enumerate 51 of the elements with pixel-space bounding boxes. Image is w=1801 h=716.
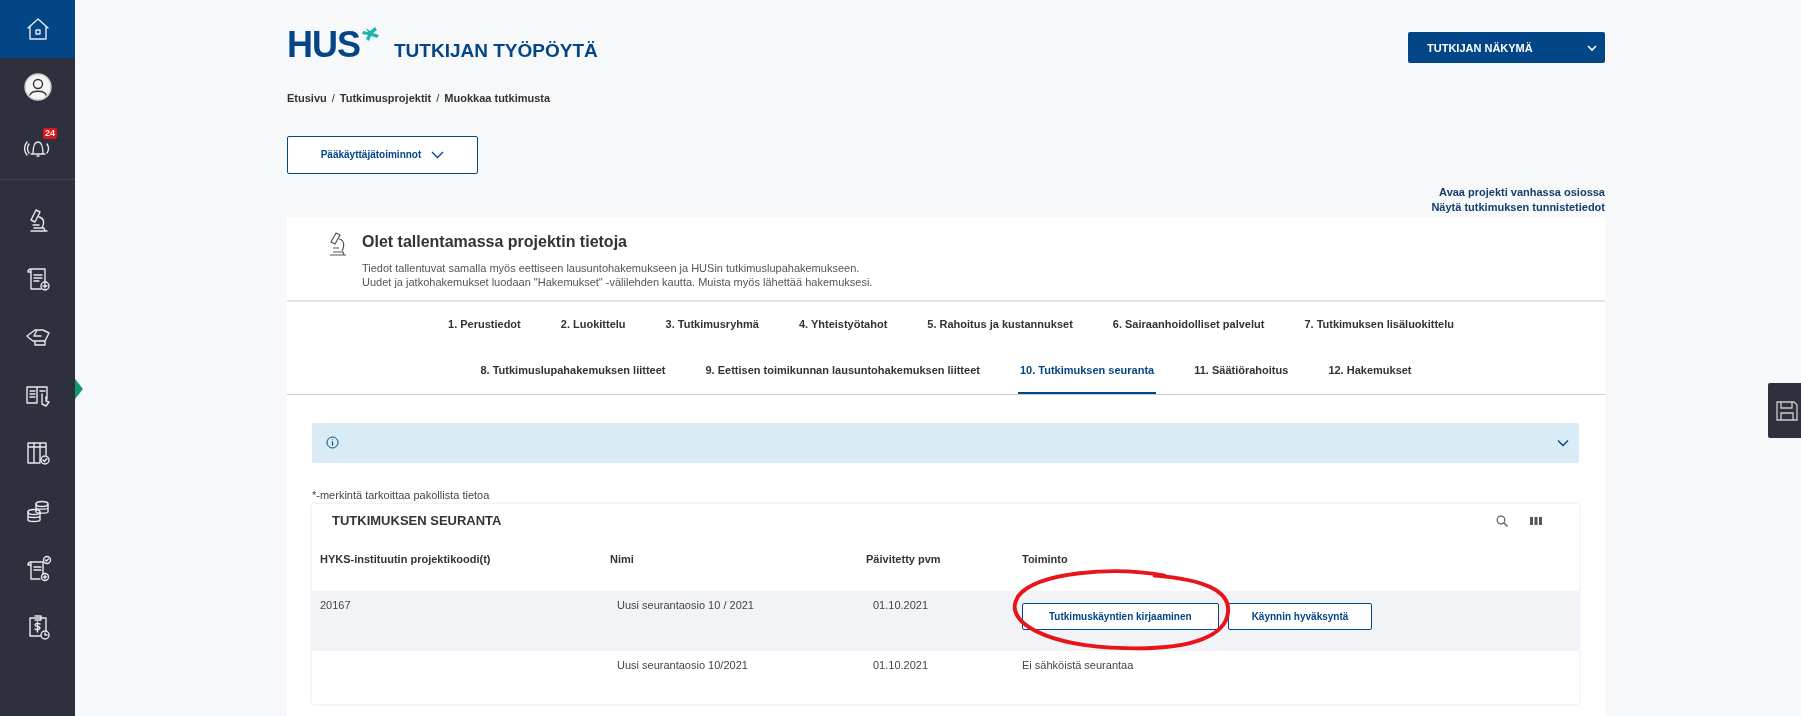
logo: HUS (287, 30, 360, 60)
tab[interactable]: 9. Eettisen toimikunnan lausuntohakemuksen liitteet (703, 347, 982, 394)
tab[interactable]: 4. Yhteistyötahot (796, 301, 890, 348)
breadcrumb-link[interactable]: Muokkaa tutkimusta (444, 91, 551, 136)
column-header: Nimi (610, 551, 635, 567)
columns-icon[interactable] (1530, 514, 1542, 527)
breadcrumb-link[interactable]: Etusivu (287, 91, 327, 136)
tab[interactable]: 8. Tutkimuslupahakemuksen liitteet (478, 347, 668, 394)
tab[interactable]: 11. Säätiörahoitus (1192, 347, 1291, 394)
search-icon[interactable] (1496, 514, 1508, 527)
view-dropdown[interactable]: TUTKIJAN NÄKYMÄ (1408, 32, 1605, 63)
notice-text: Tiedot tallentuvat samalla myös eettiseen lausuntohakemukseen ja HUSin tutkimuslupahakemukseen. Uudet ja jatkohakemukset luodaan "Hakemukset" -välilehden kautta. Muista myös lähettää hakemuksesi. (362, 260, 873, 289)
app-title: TUTKIJAN TYÖPÖYTÄ (394, 42, 598, 60)
tab[interactable]: 7. Tutkimuksen lisäluokittelu (1302, 301, 1456, 348)
table-cell: 20167 (320, 598, 351, 611)
notice-title: Olet tallentamassa projektin tietoja (362, 232, 628, 251)
tab[interactable]: 6. Sairaanhoidolliset palvelut (1110, 301, 1267, 348)
tab[interactable]: 2. Luokittelu (558, 301, 628, 348)
chevron-down-icon (1587, 43, 1597, 52)
table-cell: Ei sähköistä seurantaa (1022, 658, 1134, 671)
column-header: Toiminto (1022, 551, 1069, 567)
tab[interactable]: 1. Perustiedot (446, 301, 523, 348)
tab[interactable]: 3. Tutkimusryhmä (663, 301, 761, 348)
table-cell: 01.10.2021 (873, 658, 929, 671)
column-header: HYKS-instituutin projektikoodi(t) (320, 551, 492, 567)
breadcrumb-link[interactable]: Tutkimusprojektit (339, 91, 432, 136)
breadcrumb-separator: / (436, 91, 440, 106)
save-button[interactable] (1768, 383, 1801, 438)
chevron-icon (1557, 438, 1569, 447)
info-icon (326, 436, 339, 450)
sidebar-toggle[interactable] (75, 379, 83, 399)
table-title: TUTKIMUKSEN SEURANTA (332, 513, 502, 529)
row-action-button[interactable]: Käynnin hyväksyntä (1227, 602, 1373, 630)
page-link[interactable]: Avaa projekti vanhassa osiossa (1439, 185, 1605, 198)
admin-menu-button[interactable]: Pääkäyttäjätoiminnot (287, 135, 478, 174)
required-note: *-merkintä tarkoittaa pakollista tietoa (312, 488, 491, 501)
user-avatar-icon[interactable] (22, 72, 53, 102)
tab[interactable]: 12. Hakemukset (1326, 347, 1414, 394)
page-link[interactable]: Näytä tutkimuksen tunnistetiedot (1431, 200, 1605, 213)
chevron-down-icon (431, 150, 445, 159)
tab[interactable]: 5. Rahoitus ja kustannukset (925, 301, 1075, 348)
table-cell: Uusi seurantaosio 10 / 2021 (617, 598, 754, 611)
cross-logo-icon (360, 26, 382, 42)
notification-badge: 24 (43, 128, 57, 139)
table-cell: 01.10.2021 (873, 598, 929, 611)
row-action-button[interactable]: Tutkimuskäyntien kirjaaminen (1022, 602, 1219, 630)
tab[interactable]: 10. Tutkimuksen seuranta (1017, 347, 1157, 394)
microscope-icon (327, 230, 349, 257)
column-header: Päivitetty pvm (866, 551, 942, 567)
table-cell: Uusi seurantaosio 10/2021 (617, 658, 748, 671)
breadcrumb-separator: / (331, 91, 335, 106)
